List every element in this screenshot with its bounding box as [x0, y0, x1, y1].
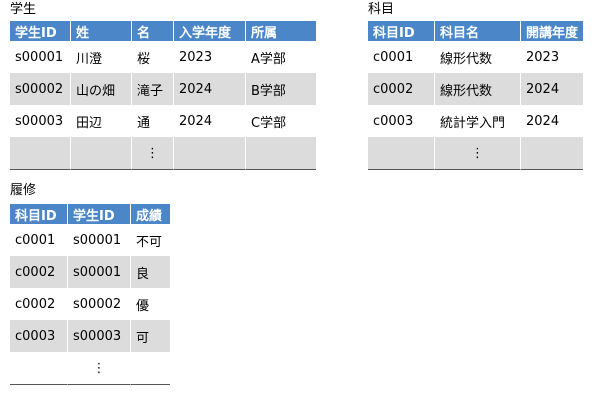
- table-cell: 線形代数: [435, 41, 521, 73]
- table-cell: ⋮: [68, 352, 131, 385]
- table-cell: 2024: [521, 73, 583, 105]
- table-cell: 2023: [526, 49, 560, 65]
- column-header: 学生ID: [68, 204, 131, 224]
- table-cell: c0003: [10, 320, 68, 352]
- column-header: 科目名: [435, 21, 521, 41]
- table-cell: ⋮: [132, 137, 174, 170]
- table-cell: [368, 137, 435, 170]
- table-cell: 田辺: [71, 105, 132, 137]
- table-cell: [521, 137, 583, 170]
- enrollments-table-caption: 履修: [10, 183, 37, 198]
- students-table: 学生ID 姓 名 入学年度 所属 s00001 川澄 桜 2023 A学部 s0…: [10, 21, 316, 170]
- subjects-header-row: 科目ID 科目名 開講年度: [368, 21, 583, 41]
- table-cell: B学部: [246, 73, 316, 105]
- table-row: c0002 s00002 優: [10, 288, 170, 320]
- students-table-caption: 学生: [10, 2, 37, 17]
- table-cell: C学部: [251, 115, 287, 131]
- table-row: c0002 s00001 良: [10, 256, 170, 288]
- table-cell: c0001: [368, 41, 435, 73]
- subjects-table-caption: 科目: [368, 2, 395, 17]
- enrollments-header-row: 科目ID 学生ID 成績: [10, 204, 170, 224]
- table-cell: s00001: [68, 256, 131, 288]
- column-header: 学生ID: [10, 21, 71, 41]
- column-header: 開講年度: [521, 21, 583, 41]
- column-header: 科目ID: [10, 204, 68, 224]
- table-cell: s00003: [10, 105, 71, 137]
- subjects-table: 科目ID 科目名 開講年度 c0001 線形代数 2023 c0002 線形代数…: [368, 21, 583, 170]
- table-cell: [246, 137, 316, 170]
- table-row: c0002 線形代数 2024: [368, 73, 583, 105]
- table-cell: 山の畑: [71, 73, 132, 105]
- table-row: s00001 川澄 桜 2023 A学部: [10, 41, 316, 73]
- vertical-ellipsis-icon: ⋮: [471, 145, 484, 161]
- table-cell: s00001: [10, 41, 71, 73]
- vertical-ellipsis-icon: ⋮: [146, 145, 159, 161]
- table-cell: 線形代数: [435, 73, 521, 105]
- table-row: s00002 山の畑 滝子 2024 B学部: [10, 73, 316, 105]
- table-cell: ⋮: [435, 137, 521, 170]
- table-cell: [71, 137, 132, 170]
- table-row: c0003 統計学入門 2024: [368, 105, 583, 137]
- ellipsis-row: ⋮: [10, 137, 316, 170]
- ellipsis-row: ⋮: [368, 137, 583, 170]
- table-cell: 2024: [174, 73, 246, 105]
- ellipsis-row: ⋮: [10, 352, 170, 385]
- column-header: 名: [132, 21, 174, 41]
- table-row: s00003 田辺 通 2024 C学部: [10, 105, 316, 137]
- table-cell: 2024: [174, 105, 246, 137]
- table-cell: A学部: [251, 51, 286, 67]
- table-cell: s00002: [68, 288, 131, 320]
- table-cell: 通: [132, 105, 174, 137]
- table-cell: s00001: [68, 224, 131, 256]
- column-header: 成績: [131, 204, 170, 224]
- table-cell: c0003: [368, 105, 435, 137]
- table-cell: [131, 352, 170, 385]
- column-header: 入学年度: [174, 21, 246, 41]
- table-row: c0001 線形代数 2023: [368, 41, 583, 73]
- table-cell: 可: [131, 320, 170, 352]
- table-cell: [10, 352, 68, 385]
- table-cell: 川澄: [71, 41, 132, 73]
- table-cell: 優: [136, 298, 150, 314]
- column-header: 姓: [71, 21, 132, 41]
- table-cell: [10, 137, 71, 170]
- table-cell: 滝子: [132, 73, 174, 105]
- table-cell: 不可: [136, 234, 163, 250]
- table-cell: s00002: [10, 73, 71, 105]
- table-row: c0001 s00001 不可: [10, 224, 170, 256]
- table-cell: c0002: [368, 73, 435, 105]
- table-cell: 統計学入門: [435, 105, 521, 137]
- table-cell: 良: [131, 256, 170, 288]
- table-cell: [174, 137, 246, 170]
- table-cell: c0002: [10, 256, 68, 288]
- table-cell: s00003: [68, 320, 131, 352]
- enrollments-table: 科目ID 学生ID 成績 c0001 s00001 不可 c0002 s0000…: [10, 204, 170, 385]
- table-cell: c0001: [10, 224, 68, 256]
- table-cell: 2024: [526, 113, 560, 129]
- table-row: c0003 s00003 可: [10, 320, 170, 352]
- table-cell: 桜: [132, 41, 174, 73]
- column-header: 所属: [246, 21, 316, 41]
- column-header: 科目ID: [368, 21, 435, 41]
- table-cell: c0002: [10, 288, 68, 320]
- vertical-ellipsis-icon: ⋮: [92, 360, 106, 376]
- table-cell: 2023: [174, 41, 246, 73]
- students-header-row: 学生ID 姓 名 入学年度 所属: [10, 21, 316, 41]
